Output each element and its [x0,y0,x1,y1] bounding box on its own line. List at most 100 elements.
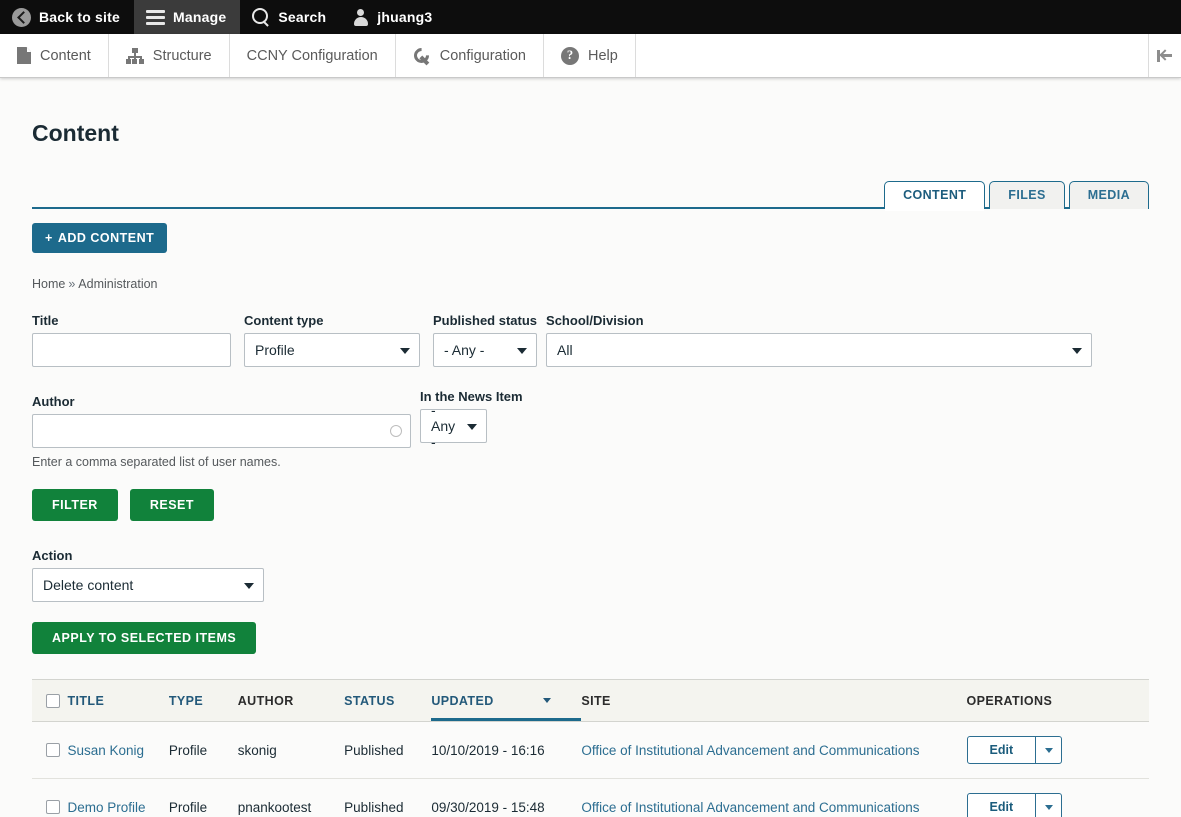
primary-tabs: CONTENT FILES MEDIA [32,181,1149,209]
select-all-checkbox[interactable] [46,694,60,708]
filter-row-secondary: Author Enter a comma separated list of u… [32,389,1149,469]
site-link[interactable]: Office of Institutional Advancement and … [581,800,919,815]
reset-button[interactable]: RESET [130,489,214,521]
filter-actions: FILTER RESET [32,489,1149,521]
page-title: Content [32,78,1149,147]
in-the-news-item-value: - Any - [431,402,460,450]
chevron-down-icon [517,348,527,354]
menu-item-label: CCNY Configuration [247,48,378,64]
table-head: TITLE TYPE AUTHOR STATUS UPDATED SITE OP… [32,680,1149,722]
title-input[interactable] [32,333,231,367]
cell-site: Office of Institutional Advancement and … [581,779,966,817]
content-title-link[interactable]: Demo Profile [67,800,145,815]
add-content-label: ADD CONTENT [58,231,154,245]
edit-button[interactable]: Edit [967,736,1037,764]
filter-button[interactable]: FILTER [32,489,118,521]
column-header-status[interactable]: STATUS [344,680,431,722]
tab-label: FILES [1008,188,1045,202]
school-division-select[interactable]: All [546,333,1092,367]
apply-to-selected-items-button-top[interactable]: APPLY TO SELECTED ITEMS [32,622,256,654]
field-published-status: Published status - Any - [433,313,537,367]
field-school-division-label: School/Division [546,313,1092,328]
toolbar-item-account[interactable]: jhuang3 [340,0,446,34]
column-header-updated-label: UPDATED [431,694,493,708]
add-content-wrapper: + ADD CONTENT [32,223,1149,253]
plus-icon: + [45,231,53,245]
collapse-toolbar-button[interactable] [1149,34,1181,77]
field-action-label: Action [32,548,1149,563]
cell-status: Published [344,722,431,779]
field-author: Author Enter a comma separated list of u… [32,394,411,469]
breadcrumb: Home»Administration [32,277,1149,291]
operations-dropbutton: Edit [967,793,1063,817]
action-value: Delete content [43,577,133,593]
menu-item-label: Help [588,48,618,64]
column-header-operations: OPERATIONS [967,680,1150,722]
menu-item-configuration[interactable]: Configuration [396,34,544,77]
menu-item-content[interactable]: Content [0,34,109,77]
menu-item-label: Structure [153,48,212,64]
author-input[interactable] [32,414,411,448]
toolbar-item-label: Manage [173,9,226,25]
column-header-updated[interactable]: UPDATED [431,680,581,722]
published-status-select[interactable]: - Any - [433,333,537,367]
action-select[interactable]: Delete content [32,568,264,602]
tab-files[interactable]: FILES [989,181,1064,209]
site-link[interactable]: Office of Institutional Advancement and … [581,743,919,758]
breadcrumb-current: Administration [78,277,157,291]
tab-label: CONTENT [903,188,966,202]
chevron-down-icon [400,348,410,354]
content-type-select[interactable]: Profile [244,333,420,367]
row-checkbox[interactable] [46,800,60,814]
toolbar-item-label: Back to site [39,9,120,25]
back-arrow-icon [12,8,31,27]
cell-operations: Edit [967,722,1150,779]
column-header-site: SITE [581,680,966,722]
toolbar-item-back-to-site[interactable]: Back to site [0,0,134,34]
cell-site: Office of Institutional Advancement and … [581,722,966,779]
column-header-type[interactable]: TYPE [169,680,238,722]
chevron-down-icon [1045,805,1053,810]
table-body: Susan Konig Profile skonig Published 10/… [32,722,1149,817]
in-the-news-item-select[interactable]: - Any - [420,409,487,443]
cell-updated: 09/30/2019 - 15:48 [431,779,581,817]
row-select-cell [32,722,67,779]
chevron-down-icon [467,424,477,430]
cell-updated: 10/10/2019 - 16:16 [431,722,581,779]
toolbar-item-label: jhuang3 [377,9,432,25]
toolbar-item-search[interactable]: Search [240,0,340,34]
help-circle-icon: ? [561,47,579,65]
field-in-the-news-item: In the News Item - Any - [420,389,523,443]
apply-top-wrapper: APPLY TO SELECTED ITEMS [32,622,1149,654]
structure-icon [126,48,144,64]
school-division-value: All [557,342,573,358]
admin-menu-bar: Content Structure CCNY Configuration Con… [0,34,1181,78]
chevron-down-icon [244,583,254,589]
search-icon [252,8,270,26]
menu-item-label: Configuration [440,48,526,64]
operations-toggle-button[interactable] [1036,793,1062,817]
column-header-author: AUTHOR [238,680,344,722]
menu-item-help[interactable]: ? Help [544,34,636,77]
cell-operations: Edit [967,779,1150,817]
toolbar-item-manage[interactable]: Manage [134,0,240,34]
column-header-title[interactable]: TITLE [67,680,168,722]
content-title-link[interactable]: Susan Konig [67,743,144,758]
operations-toggle-button[interactable] [1036,736,1062,764]
cell-status: Published [344,779,431,817]
add-content-button[interactable]: + ADD CONTENT [32,223,167,253]
user-icon [352,9,369,26]
field-title-label: Title [32,313,231,328]
tab-label: MEDIA [1088,188,1130,202]
cell-author: skonig [238,722,344,779]
wrench-icon [413,47,431,65]
menu-item-structure[interactable]: Structure [109,34,230,77]
edit-button[interactable]: Edit [967,793,1037,817]
menu-item-ccny-configuration[interactable]: CCNY Configuration [230,34,396,77]
tab-media[interactable]: MEDIA [1069,181,1149,209]
breadcrumb-home-link[interactable]: Home [32,277,65,291]
field-content-type: Content type Profile [244,313,420,367]
row-checkbox[interactable] [46,743,60,757]
field-title: Title [32,313,231,367]
tab-content[interactable]: CONTENT [884,181,985,209]
